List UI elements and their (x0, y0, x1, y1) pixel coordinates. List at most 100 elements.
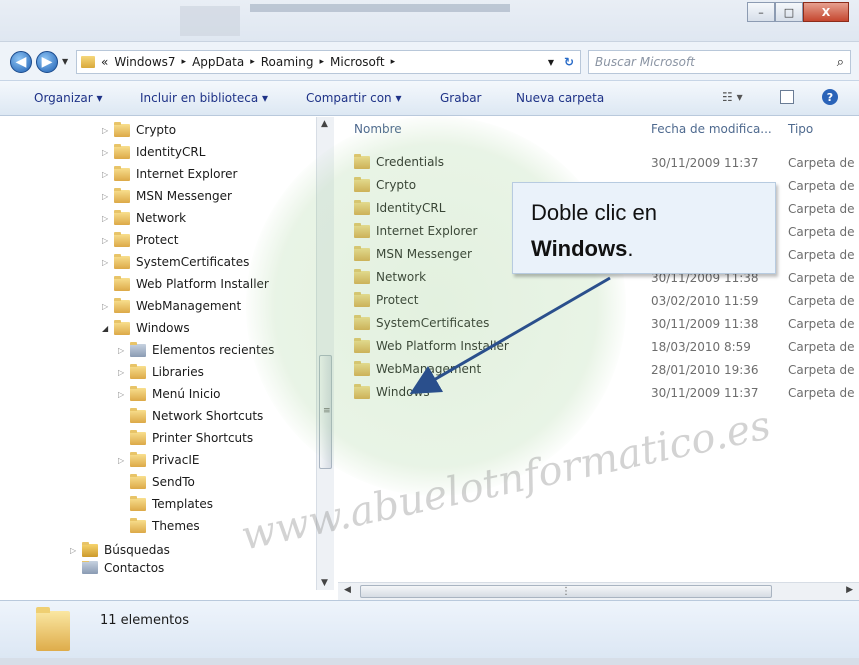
tree-item-elementos-recientes[interactable]: ▷ Elementos recientes (118, 339, 274, 361)
tree-item-privacie[interactable]: ▷ PrivacIE (118, 449, 199, 471)
folder-icon (130, 473, 146, 489)
close-button[interactable]: X (803, 2, 849, 22)
tree-item-printer-shortcuts[interactable]: Printer Shortcuts (118, 427, 253, 449)
expand-arrow-icon[interactable]: ▷ (102, 192, 114, 201)
file-row-protect[interactable]: Protect 03/02/2010 11:59 Carpeta de a (336, 290, 859, 312)
address-overflow[interactable]: « (101, 55, 108, 69)
organize-button[interactable]: Organizar ▾ (34, 91, 103, 105)
expand-arrow-icon[interactable]: ▷ (102, 236, 114, 245)
tree-item-menu-inicio[interactable]: ▷ Menú Inicio (118, 383, 221, 405)
expand-arrow-icon[interactable]: ▷ (70, 546, 82, 555)
breadcrumb-appdata[interactable]: AppData (192, 55, 244, 69)
tree-item-network[interactable]: ▷ Network (102, 207, 186, 229)
expand-arrow-icon[interactable]: ▷ (118, 456, 130, 465)
column-header-name[interactable]: Nombre (354, 117, 402, 141)
file-name: Web Platform Installer (376, 339, 509, 353)
scroll-up-icon[interactable]: ▲ (321, 119, 328, 129)
forward-button[interactable]: ▶ (36, 51, 58, 73)
folder-icon (354, 222, 370, 238)
scroll-down-icon[interactable]: ▼ (321, 578, 328, 588)
file-row-windows[interactable]: Windows 30/11/2009 11:37 Carpeta de a (336, 382, 859, 404)
search-icon[interactable]: ⌕ (837, 55, 844, 70)
breadcrumb-roaming[interactable]: Roaming (261, 55, 314, 69)
tree-item-systemcertificates[interactable]: ▷ SystemCertificates (102, 251, 249, 273)
preview-pane-icon[interactable] (780, 90, 794, 104)
column-header-type[interactable]: Tipo (788, 117, 813, 141)
search-input[interactable]: Buscar Microsoft ⌕ (588, 50, 851, 74)
back-button[interactable]: ◀ (10, 51, 32, 73)
breadcrumb-microsoft[interactable]: Microsoft (330, 55, 385, 69)
minimize-button[interactable]: – (747, 2, 775, 22)
history-dropdown-icon[interactable]: ▼ (62, 57, 68, 66)
file-row-credentials[interactable]: Credentials 30/11/2009 11:37 Carpeta de a (336, 152, 859, 174)
tree-item-templates[interactable]: Templates (118, 493, 213, 515)
expand-arrow-icon[interactable]: ▷ (118, 346, 130, 355)
tree-item-webmanagement[interactable]: ▷ WebManagement (102, 295, 241, 317)
tree-item-identitycrl[interactable]: ▷ IdentityCRL (102, 141, 205, 163)
collapse-arrow-icon[interactable]: ◢ (102, 324, 114, 333)
include-library-button[interactable]: Incluir en biblioteca ▾ (140, 91, 268, 105)
breadcrumb-separator-icon[interactable]: ▸ (319, 57, 324, 67)
share-with-button[interactable]: Compartir con ▾ (306, 91, 401, 105)
expand-arrow-icon[interactable]: ▷ (102, 148, 114, 157)
file-type: Carpeta de a (788, 294, 859, 308)
horizontal-scrollbar[interactable]: ◀ ⋮ ▶ (338, 582, 859, 600)
breadcrumb-separator-icon[interactable]: ▸ (182, 57, 187, 67)
tree-item-windows[interactable]: ◢ Windows (102, 317, 190, 339)
tree-item-protect[interactable]: ▷ Protect (102, 229, 178, 251)
column-header-date[interactable]: Fecha de modifica... (651, 117, 772, 141)
tree-item-label: PrivacIE (152, 453, 200, 467)
address-bar[interactable]: « Windows7 ▸ AppData ▸ Roaming ▸ Microso… (76, 50, 581, 74)
tree-item-libraries[interactable]: ▷ Libraries (118, 361, 204, 383)
scroll-left-icon[interactable]: ◀ (344, 585, 351, 595)
expand-arrow-icon[interactable]: ▷ (102, 170, 114, 179)
scrollbar-thumb[interactable]: ≡ (319, 355, 332, 469)
expand-arrow-icon[interactable]: ▷ (118, 368, 130, 377)
tree-item-themes[interactable]: Themes (118, 515, 200, 537)
grip-icon: ≡ (323, 406, 331, 416)
maximize-button[interactable]: □ (775, 2, 803, 22)
view-options-icon[interactable]: ☷ ▾ (722, 90, 743, 104)
scrollbar-thumb[interactable]: ⋮ (360, 585, 772, 598)
address-dropdown-icon[interactable]: ▼ (548, 58, 554, 67)
file-name: MSN Messenger (376, 247, 472, 261)
folder-icon (114, 253, 130, 269)
title-blur (180, 6, 240, 36)
column-header-label: Fecha de modifica... (651, 122, 772, 136)
expand-arrow-icon[interactable]: ▷ (102, 302, 114, 311)
folder-icon (114, 121, 130, 137)
burn-button[interactable]: Grabar (440, 91, 482, 105)
tree-item-contactos[interactable]: Contactos (70, 561, 164, 575)
help-icon[interactable]: ? (822, 89, 838, 105)
expand-arrow-icon[interactable]: ▷ (102, 126, 114, 135)
tree-item-label: Printer Shortcuts (152, 431, 254, 445)
scroll-right-icon[interactable]: ▶ (846, 585, 853, 595)
expand-arrow-icon[interactable]: ▷ (102, 214, 114, 223)
column-header-label: Tipo (788, 122, 814, 136)
new-folder-button[interactable]: Nueva carpeta (516, 91, 604, 105)
expand-arrow-icon[interactable]: ▷ (102, 258, 114, 267)
tree-item-msn-messenger[interactable]: ▷ MSN Messenger (102, 185, 232, 207)
tree-item-busquedas[interactable]: ▷ Búsquedas (70, 539, 170, 561)
folder-icon (354, 314, 370, 330)
expand-arrow-icon[interactable]: ▷ (118, 390, 130, 399)
breadcrumb-windows7[interactable]: Windows7 (114, 55, 175, 69)
file-row-systemcertificates[interactable]: SystemCertificates 30/11/2009 11:38 Carpet… (336, 313, 859, 335)
tree-item-internet-explorer[interactable]: ▷ Internet Explorer (102, 163, 237, 185)
refresh-icon[interactable]: ↻ (564, 55, 574, 69)
file-type: Carpeta de a (788, 202, 859, 216)
breadcrumb-separator-icon[interactable]: ▸ (250, 57, 255, 67)
tree-item-web-platform-installer[interactable]: Web Platform Installer (102, 273, 269, 295)
tree-item-crypto[interactable]: ▷ Crypto (102, 119, 176, 141)
tree-item-network-shortcuts[interactable]: Network Shortcuts (118, 405, 263, 427)
breadcrumb-separator-icon[interactable]: ▸ (391, 57, 396, 67)
folder-icon (114, 143, 130, 159)
file-row-web-platform-installer[interactable]: Web Platform Installer 18/03/2010 8:59 Car… (336, 336, 859, 358)
tree-item-sendto[interactable]: SendTo (118, 471, 195, 493)
folder-icon (354, 360, 370, 376)
contacts-icon (82, 561, 98, 574)
file-type: Carpeta de a (788, 248, 859, 262)
saved-search-icon (82, 541, 98, 557)
navigation-scrollbar[interactable]: ▲ ≡ ▼ (316, 117, 334, 590)
file-row-webmanagement[interactable]: WebManagement 28/01/2010 19:36 Carpeta de … (336, 359, 859, 381)
